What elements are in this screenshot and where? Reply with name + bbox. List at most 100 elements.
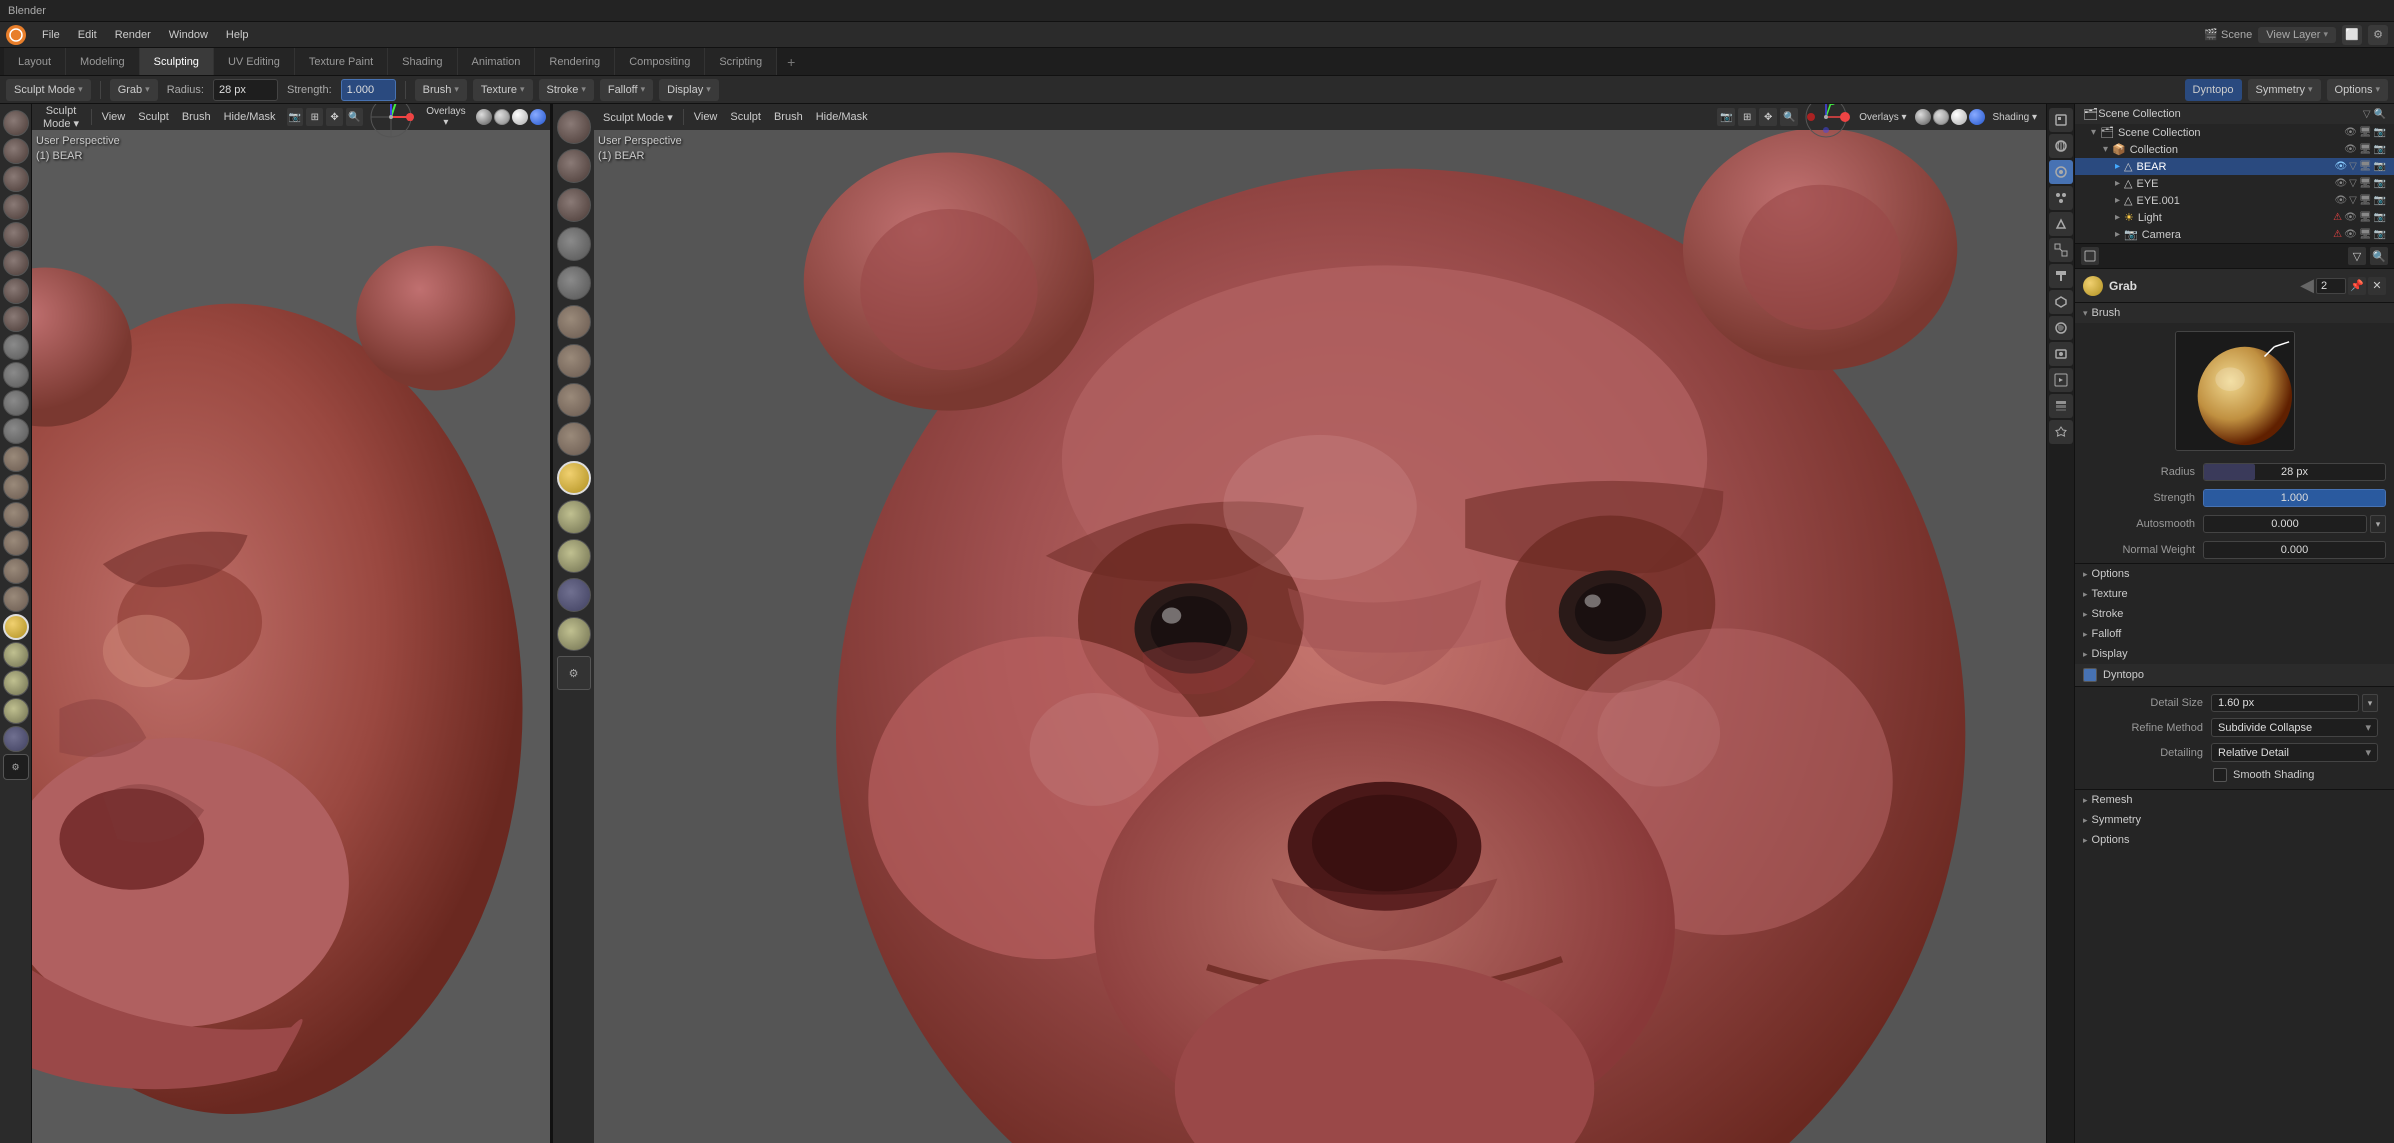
strength-input[interactable] xyxy=(341,79,396,101)
outliner-camera[interactable]: ▸ 📷 Camera ⚠ 👁 🖥 📷 xyxy=(2075,226,2394,243)
eye001-viewport[interactable]: 🖥 xyxy=(2359,195,2372,206)
scene-selector[interactable]: 🎬 Scene xyxy=(2204,28,2252,41)
stroke-btn[interactable]: Stroke▾ xyxy=(539,79,594,101)
tab-animation[interactable]: Animation xyxy=(458,48,536,75)
vp-right-shading-solid[interactable] xyxy=(1915,109,1931,125)
sc-eye[interactable]: 👁 xyxy=(2344,127,2357,138)
outliner-eye[interactable]: ▸ △ EYE 👁 ▽ 🖥 📷 xyxy=(2075,175,2394,192)
rb-boundary[interactable] xyxy=(557,539,591,573)
menu-render[interactable]: Render xyxy=(107,27,159,43)
panel-icon-output[interactable] xyxy=(2049,368,2073,392)
normalweight-slider[interactable]: 0.000 xyxy=(2203,540,2386,560)
brush-inflate[interactable] xyxy=(3,250,29,276)
rb-mask[interactable] xyxy=(557,578,591,612)
remesh-header[interactable]: ▸ Remesh xyxy=(2075,790,2394,810)
panel-icon-render[interactable] xyxy=(2049,342,2073,366)
prop-filter-btn[interactable]: ▽ xyxy=(2348,247,2366,265)
rb-cloth[interactable] xyxy=(557,617,591,651)
prop-search-btn[interactable]: 🔍 xyxy=(2370,247,2388,265)
brush-slide-relax[interactable] xyxy=(3,642,29,668)
tab-scripting[interactable]: Scripting xyxy=(705,48,777,75)
brush-fill[interactable] xyxy=(3,390,29,416)
vp-right-brush[interactable]: Brush xyxy=(769,110,808,124)
tab-sculpting[interactable]: Sculpting xyxy=(140,48,214,75)
brush-grab-active[interactable] xyxy=(3,614,29,640)
col-render[interactable]: 📷 xyxy=(2374,144,2386,155)
tab-uv-editing[interactable]: UV Editing xyxy=(214,48,295,75)
bear-canvas-left[interactable]: User Perspective (1) BEAR xyxy=(32,130,550,1143)
eye-eye[interactable]: 👁 xyxy=(2334,178,2347,189)
outliner-light[interactable]: ▸ ☀ Light ⚠ 👁 🖥 📷 xyxy=(2075,209,2394,226)
bear-viewport[interactable]: 🖥 xyxy=(2359,161,2372,172)
vp-right-overlays[interactable]: Overlays ▾ xyxy=(1854,111,1911,124)
brush-btn[interactable]: Brush▾ xyxy=(415,79,467,101)
grab-brush-x[interactable]: ✕ xyxy=(2368,277,2386,295)
vp-left-brush[interactable]: Brush xyxy=(177,110,216,124)
vp-right-shading-btn[interactable]: Shading ▾ xyxy=(1988,111,2043,124)
panel-icon-particles[interactable] xyxy=(2049,186,2073,210)
autosmooth-arrow[interactable]: ▾ xyxy=(2370,515,2386,533)
brush-nudge[interactable] xyxy=(3,558,29,584)
display-btn[interactable]: Display▾ xyxy=(659,79,719,101)
panel-icon-world[interactable] xyxy=(2049,134,2073,158)
options-btn[interactable]: Options▾ xyxy=(2327,79,2388,101)
light-render[interactable]: 📷 xyxy=(2374,212,2386,223)
rb-draw[interactable] xyxy=(557,110,591,144)
mode-selector[interactable]: Sculpt Mode ▾ xyxy=(6,79,91,101)
vp-left-mode[interactable]: Sculpt Mode ▾ xyxy=(36,104,86,131)
brush-snake-hook[interactable] xyxy=(3,502,29,528)
tool-settings[interactable]: ⚙ xyxy=(3,754,29,780)
vp-right-shading-material[interactable] xyxy=(1933,109,1949,125)
rb-grab-active[interactable] xyxy=(557,461,591,495)
vp-right-grid-icon[interactable]: ⊞ xyxy=(1738,108,1756,126)
detail-size-arrow[interactable]: ▾ xyxy=(2362,694,2378,712)
viewport-right[interactable]: Sculpt Mode ▾ View Sculpt Brush Hide/Mas… xyxy=(594,104,2046,1143)
eye-render[interactable]: 📷 xyxy=(2374,178,2386,189)
autosmooth-slider[interactable]: 0.000 xyxy=(2203,514,2367,534)
sc-viewport[interactable]: 🖥 xyxy=(2359,127,2372,138)
col-viewport[interactable]: 🖥 xyxy=(2359,144,2372,155)
brush-blob[interactable] xyxy=(3,278,29,304)
settings-btn[interactable]: ⚙ xyxy=(2368,25,2388,45)
rb-nudge[interactable] xyxy=(557,344,591,378)
brush-thumb[interactable] xyxy=(3,530,29,556)
vp-left-move-icon[interactable]: ✥ xyxy=(326,108,343,126)
panel-icon-properties[interactable] xyxy=(2049,160,2073,184)
panel-icon-data[interactable] xyxy=(2049,290,2073,314)
vp-right-shading-rendered[interactable] xyxy=(1969,109,1985,125)
viewport-left[interactable]: Sculpt Mode ▾ View Sculpt Brush Hide/Mas… xyxy=(32,104,552,1143)
vp-right-sculpt[interactable]: Sculpt xyxy=(725,110,766,124)
bear-eye[interactable]: 👁 xyxy=(2334,161,2347,172)
texture-btn[interactable]: Texture▾ xyxy=(473,79,533,101)
texture-section-header[interactable]: ▸ Texture xyxy=(2075,584,2394,604)
brush-selector[interactable]: Grab ▾ xyxy=(110,79,158,101)
vp-left-view[interactable]: View xyxy=(97,110,131,124)
brush-mask[interactable] xyxy=(3,726,29,752)
symmetry-btn[interactable]: Symmetry▾ xyxy=(2248,79,2321,101)
rb-pinch[interactable] xyxy=(557,305,591,339)
brush-elastic[interactable] xyxy=(3,474,29,500)
dyntopo-header[interactable]: Dyntopo xyxy=(2075,664,2394,687)
tab-compositing[interactable]: Compositing xyxy=(615,48,705,75)
dyntopo-btn[interactable]: Dyntopo xyxy=(2185,79,2242,101)
shading-solid-icon[interactable] xyxy=(476,109,492,125)
falloff-btn[interactable]: Falloff▾ xyxy=(600,79,653,101)
panel-icon-scene-props[interactable] xyxy=(2049,420,2073,444)
brush-draw-sharp[interactable] xyxy=(3,138,29,164)
brush-flatten[interactable] xyxy=(3,362,29,388)
light-viewport[interactable]: 🖥 xyxy=(2359,212,2372,223)
bear-render[interactable]: 📷 xyxy=(2374,161,2386,172)
eye-viewport[interactable]: 🖥 xyxy=(2359,178,2372,189)
outliner-search-btn[interactable]: 🔍 xyxy=(2374,109,2386,120)
brush-section-header[interactable]: ▾ Brush xyxy=(2075,303,2394,323)
brush-scrape[interactable] xyxy=(3,418,29,444)
vp-left-camera-icon[interactable]: 📷 xyxy=(287,108,304,126)
brush-boundary[interactable] xyxy=(3,670,29,696)
vp-left-overlays[interactable]: Overlays ▾ xyxy=(419,105,473,129)
tab-shading[interactable]: Shading xyxy=(388,48,457,75)
eye001-filter[interactable]: ▽ xyxy=(2349,195,2357,206)
outliner-bear[interactable]: ▸ △ BEAR 👁 ▽ 🖥 📷 xyxy=(2075,158,2394,175)
vp-right-mode[interactable]: Sculpt Mode ▾ xyxy=(598,110,678,125)
vp-right-zoom-icon[interactable]: 🔍 xyxy=(1780,108,1798,126)
rb-thumb[interactable] xyxy=(557,383,591,417)
